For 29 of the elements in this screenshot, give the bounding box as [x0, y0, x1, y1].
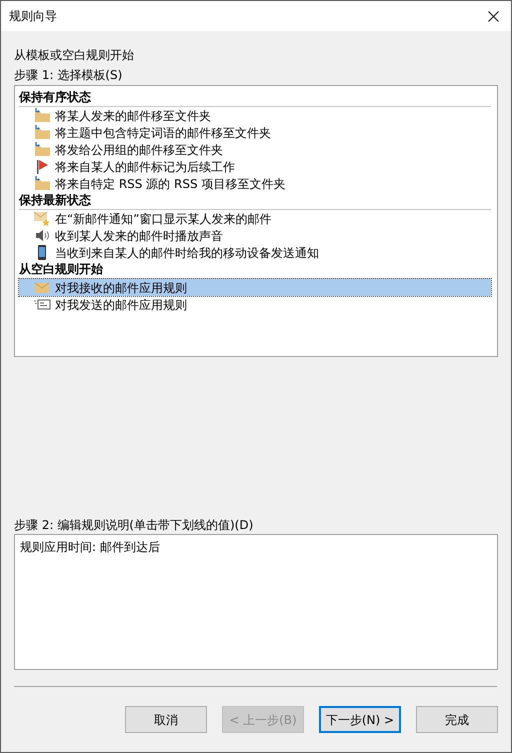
envelope-star-icon [33, 211, 51, 226]
folder-icon [33, 142, 51, 157]
template-item[interactable]: 将发给公用组的邮件移至文件夹 [19, 141, 491, 158]
template-item[interactable]: 将某人发来的邮件移至文件夹 [19, 107, 491, 124]
folder-icon [33, 125, 51, 140]
folder-icon [33, 176, 51, 191]
envelope-icon [33, 280, 51, 295]
step-label: 步骤 2: 编辑规则说明(单击带下划线的值)(D) [14, 517, 254, 533]
window-title: 规则向导 [9, 8, 57, 25]
dialog-button[interactable]: 取消 [125, 706, 207, 733]
intro-text: 从模板或空白规则开始 [14, 47, 135, 63]
dialog-button[interactable]: 下一步(N) > [318, 706, 402, 733]
outgoing-mail-icon [33, 297, 51, 312]
template-item[interactable]: 收到某人发来的邮件时播放声音 [19, 227, 491, 244]
folder-icon [33, 108, 51, 123]
group-header: 保持有序状态 [19, 89, 491, 107]
group-header: 保持最新状态 [19, 192, 491, 210]
template-item[interactable]: 在“新邮件通知”窗口显示某人发来的邮件 [19, 210, 491, 227]
dialog-button[interactable]: 完成 [416, 706, 498, 733]
template-item[interactable]: 对我发送的邮件应用规则 [19, 296, 491, 313]
template-item[interactable]: 当收到来自某人的邮件时给我的移动设备发送通知 [19, 244, 491, 261]
speaker-icon [33, 228, 51, 243]
rule-description-text: 规则应用时间: 邮件到达后 [20, 540, 160, 554]
step-label: 步骤 1: 选择模板(S) [14, 67, 124, 83]
template-item[interactable]: 对我接收的邮件应用规则 [19, 279, 491, 296]
template-item[interactable]: 将主题中包含特定词语的邮件移至文件夹 [19, 124, 491, 141]
template-item[interactable]: 将来自某人的邮件标记为后续工作 [19, 158, 491, 175]
template-item[interactable]: 将来自特定 RSS 源的 RSS 项目移至文件夹 [19, 175, 491, 192]
close-icon[interactable] [488, 10, 499, 22]
